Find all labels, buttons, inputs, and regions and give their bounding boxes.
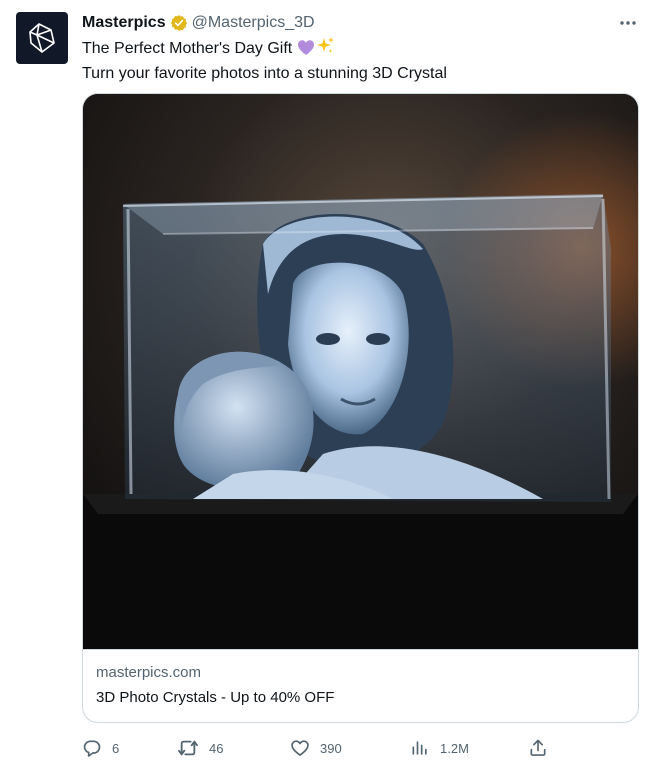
link-card[interactable]: masterpics.com 3D Photo Crystals - Up to… [82,93,639,723]
reply-icon [83,740,101,757]
card-title: 3D Photo Crystals - Up to 40% OFF [96,689,335,706]
retweet-count: 46 [209,740,224,756]
share-button[interactable] [528,737,548,759]
more-icon[interactable] [617,12,639,34]
views-count: 1.2M [440,740,469,756]
tweet-line-2: Turn your favorite photos into a stunnin… [82,65,447,82]
views-icon [412,741,427,755]
crystal-logo-icon [29,23,55,53]
tweet-text: The Perfect Mother's Day Gift Turn your … [82,36,639,85]
like-button[interactable]: 390 [290,737,342,759]
card-info[interactable]: masterpics.com 3D Photo Crystals - Up to… [83,649,638,722]
tweet-line-1-text: The Perfect Mother's Day Gift [82,40,293,57]
purple-heart-icon [297,39,315,63]
tweet-line-1: The Perfect Mother's Day Gift [82,36,639,63]
tweet-actions: 6 46 390 1.2M [82,737,552,759]
views-button[interactable]: 1.2M [410,737,469,759]
tweet-header: Masterpics @Masterpics_3D [82,12,639,34]
reply-count: 6 [112,740,120,756]
card-domain: masterpics.com [96,664,202,681]
heart-icon [291,740,309,756]
card-image[interactable] [83,94,638,649]
author-name[interactable]: Masterpics [82,14,166,32]
reply-button[interactable]: 6 [82,737,119,759]
sparkles-icon [315,36,335,63]
share-icon [530,739,546,756]
like-count: 390 [320,740,342,756]
verified-badge-icon [170,14,188,32]
retweet-button[interactable]: 46 [177,737,223,759]
author-handle[interactable]: @Masterpics_3D [192,14,315,32]
avatar[interactable] [16,12,68,64]
retweet-icon [178,740,198,756]
